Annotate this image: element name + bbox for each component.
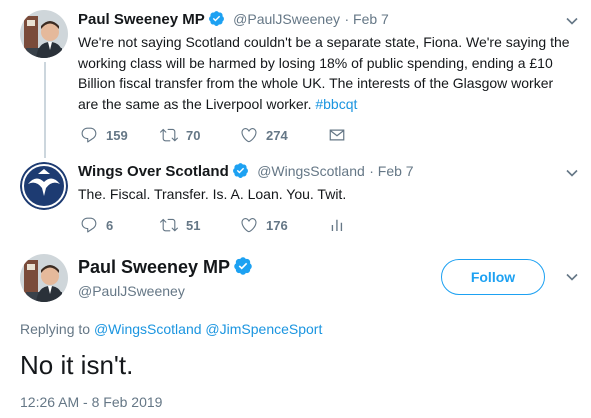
- envelope-icon: [329, 129, 345, 141]
- main-tweet-text: No it isn't.: [20, 350, 134, 380]
- more-options-icon[interactable]: [565, 270, 579, 289]
- verified-badge-icon: [233, 256, 253, 276]
- heart-icon: [241, 218, 257, 233]
- retweet-button[interactable]: 51: [160, 216, 240, 234]
- mention-link[interactable]: @JimSpenceSport: [205, 321, 322, 337]
- tweet-text: We're not saying Scotland couldn't be a …: [78, 32, 573, 114]
- thread-line: [44, 62, 46, 158]
- analytics-button[interactable]: [328, 216, 354, 234]
- avatar[interactable]: [20, 162, 68, 210]
- tweet-actions: 6 51 176: [80, 216, 370, 234]
- tweet-header: Paul Sweeney MP @PaulJSweeney · Feb 7: [78, 10, 389, 29]
- separator-dot: ·: [369, 163, 378, 179]
- author-name[interactable]: Paul Sweeney MP: [78, 257, 230, 277]
- retweet-button[interactable]: 70: [160, 126, 240, 144]
- tweet-date[interactable]: Feb 7: [353, 11, 389, 27]
- mention-link[interactable]: @WingsScotland: [94, 321, 202, 337]
- retweet-count: 70: [186, 127, 201, 143]
- author-handle[interactable]: @WingsScotland: [257, 163, 365, 179]
- retweet-icon: [160, 128, 178, 142]
- message-button[interactable]: [328, 126, 354, 144]
- author-name[interactable]: Paul Sweeney MP: [78, 11, 205, 28]
- reply-count: 159: [106, 127, 128, 143]
- tweet-text: The. Fiscal. Transfer. Is. A. Loan. You.…: [78, 186, 347, 202]
- like-count: 176: [266, 217, 288, 233]
- more-options-icon[interactable]: [565, 14, 579, 33]
- heart-icon: [241, 128, 257, 143]
- verified-badge-icon: [208, 10, 225, 27]
- more-options-icon[interactable]: [565, 166, 579, 185]
- like-count: 274: [266, 127, 288, 143]
- reply-button[interactable]: 159: [80, 126, 160, 144]
- replying-to-label: Replying to: [20, 321, 91, 337]
- tweet-header: Wings Over Scotland @WingsScotland · Feb…: [78, 162, 414, 181]
- tweet-timestamp[interactable]: 12:26 AM - 8 Feb 2019: [20, 394, 162, 410]
- like-button[interactable]: 274: [240, 126, 328, 144]
- reply-count: 6: [106, 217, 114, 233]
- like-button[interactable]: 176: [240, 216, 328, 234]
- verified-badge-icon: [232, 162, 249, 179]
- retweet-icon: [160, 218, 178, 232]
- tweet-date[interactable]: Feb 7: [378, 163, 414, 179]
- analytics-icon: [331, 219, 343, 231]
- author-handle[interactable]: @PaulJSweeney: [233, 11, 340, 27]
- reply-button[interactable]: 6: [80, 216, 160, 234]
- reply-icon: [81, 217, 97, 233]
- avatar[interactable]: [20, 10, 68, 58]
- avatar[interactable]: [20, 254, 68, 302]
- author-handle[interactable]: @PaulJSweeney: [78, 283, 185, 299]
- retweet-count: 51: [186, 217, 201, 233]
- replying-to: Replying to @WingsScotland @JimSpenceSpo…: [20, 321, 322, 337]
- author-name[interactable]: Wings Over Scotland: [78, 163, 229, 180]
- main-author: Paul Sweeney MP: [78, 256, 253, 278]
- separator-dot: ·: [344, 11, 354, 27]
- hashtag-link[interactable]: #bbcqt: [315, 96, 357, 112]
- reply-icon: [81, 127, 97, 143]
- tweet-actions: 159 70 274: [80, 126, 370, 144]
- follow-button[interactable]: Follow: [441, 259, 545, 295]
